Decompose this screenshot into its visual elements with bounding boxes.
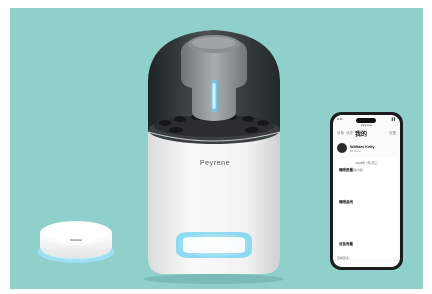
puck-brand-label: Peyrene	[70, 238, 82, 242]
tab-messages[interactable]: 消息	[346, 131, 353, 136]
sleep-quality-legend: 深睡浅睡	[351, 168, 364, 172]
app-brand: Peyrene	[360, 123, 373, 127]
sleep-curve-title: 睡眠曲线	[339, 200, 353, 204]
date-label[interactable]: 2024年 7月 周三	[336, 161, 397, 165]
more-link[interactable]: 查看更多	[337, 256, 349, 260]
usage-title: 设备用量	[339, 242, 353, 246]
settings-link[interactable]: 设置	[389, 131, 396, 136]
product-photo: Peyrene Peyrene 9:41 ▌▌ Peyrene 设备 消息 我的…	[0, 0, 432, 294]
battery-icon: ▌▌	[391, 117, 396, 121]
device-brand-label: Peyrene	[199, 160, 231, 167]
status-time: 9:41	[337, 117, 343, 121]
device-shadow	[144, 274, 284, 284]
phone-screen: 9:41 ▌▌ Peyrene 设备 消息 我的 设置 William Kell…	[333, 115, 400, 267]
user-id: ID 2024	[350, 149, 361, 153]
avatar[interactable]	[337, 143, 347, 153]
stats-card: 2024年 7月 周三 睡眠质量 深睡浅睡 睡眠曲线 设备用量	[336, 158, 397, 258]
tab-devices[interactable]: 设备	[337, 131, 344, 136]
dynamic-island	[356, 118, 376, 123]
tab-mine[interactable]: 我的	[355, 129, 367, 138]
